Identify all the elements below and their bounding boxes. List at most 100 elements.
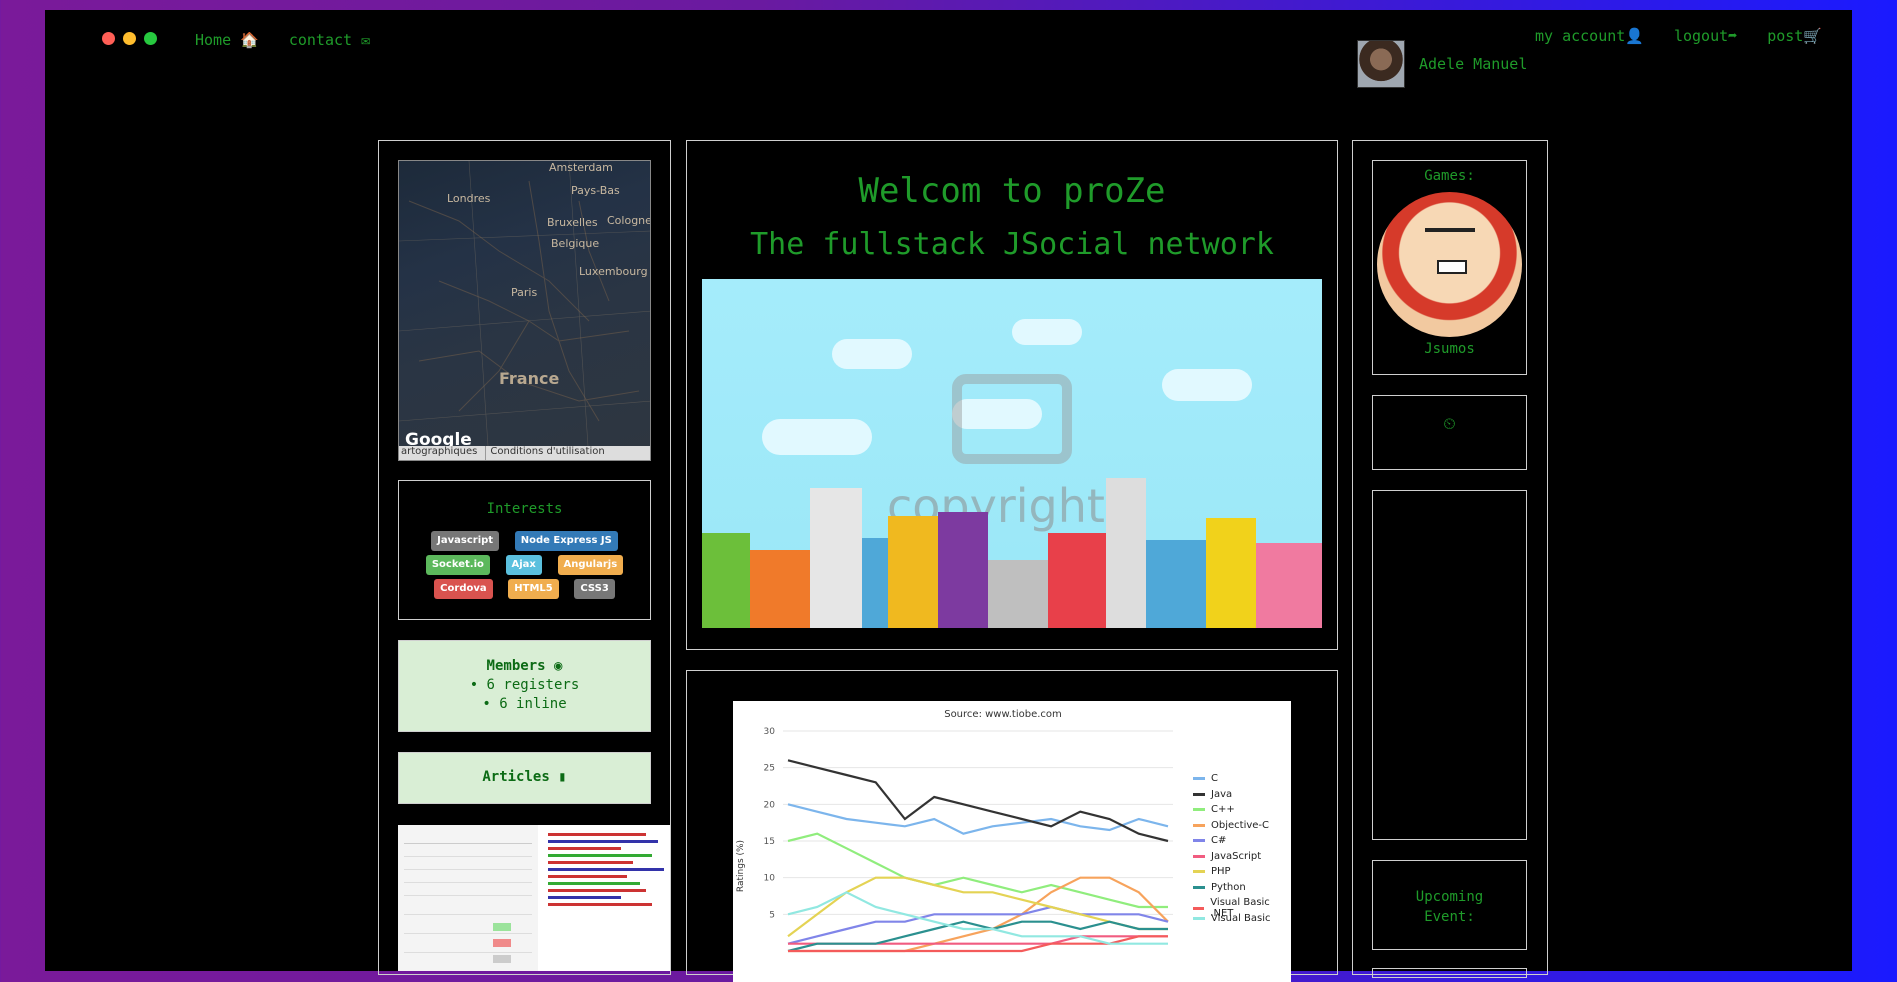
map-label-amsterdam: Amsterdam (549, 161, 613, 174)
article-thumbnail[interactable] (398, 825, 670, 971)
map-label-paris: Paris (511, 286, 538, 299)
members-registers: • 6 registers (469, 677, 580, 693)
legend-item[interactable]: C# (1193, 835, 1226, 846)
legend-swatch (1193, 823, 1205, 827)
map-terms-link[interactable]: Conditions d'utilisation (485, 446, 605, 460)
left-nav: Home 🏠 contact ✉ (195, 31, 370, 49)
right-nav: my account👤 logout➦ post🛒 (1535, 27, 1822, 45)
members-panel[interactable]: Members ◉ • 6 registers • 6 inline (398, 640, 651, 732)
legend-label: Visual Basic (1211, 912, 1271, 924)
articles-title: Articles ▮ (399, 769, 650, 785)
languages-chart: Source: www.tiobe.com Ratings (%) 5 10 15 2… (733, 701, 1291, 982)
members-label: Members (486, 658, 546, 674)
legend-item[interactable]: Visual Basic (1193, 913, 1271, 924)
legend-label: C# (1211, 835, 1227, 846)
map-label-pays-bas: Pays-Bas (571, 184, 620, 197)
legend-label: PHP (1211, 866, 1231, 877)
welcome-title: Welcom to proZe (858, 171, 1166, 211)
contact-link[interactable]: contact ✉ (289, 31, 370, 49)
legend-label: Objective-C (1211, 819, 1270, 831)
hero-image: copyright (702, 279, 1322, 628)
legend-swatch (1193, 906, 1205, 910)
clock-icon: ⏲ (1443, 414, 1456, 433)
tag-javascript[interactable]: Javascript (431, 531, 500, 551)
legend-swatch (1193, 870, 1205, 873)
chart-series-php (787, 876, 1168, 938)
tag-cordova[interactable]: Cordova (434, 579, 493, 599)
camera-icon (952, 374, 1072, 464)
map-widget[interactable]: Amsterdam Londres Pays-Bas Bruxelles Bel… (398, 160, 651, 461)
chart-y-tick-label: 15 (764, 837, 775, 847)
sumo-face (1425, 228, 1475, 246)
members-title: Members ◉ (399, 658, 650, 674)
chart-y-tick-label: 30 (764, 727, 776, 737)
map-data-link[interactable]: artographiques (401, 446, 477, 460)
game-name[interactable]: Jsumos (1373, 341, 1526, 357)
map-label-londres: Londres (447, 192, 491, 205)
legend-label: JavaScript (1211, 850, 1262, 862)
user-name: Adele Manuel (1419, 55, 1528, 73)
maximize-dot[interactable] (144, 32, 157, 45)
tag-css3[interactable]: CSS3 (574, 579, 615, 599)
games-panel: Games: Jsumos (1372, 160, 1527, 375)
legend-swatch (1193, 854, 1205, 858)
legend-swatch (1193, 839, 1205, 842)
tag-socketio[interactable]: Socket.io (425, 555, 490, 575)
map-roads (399, 161, 650, 460)
legend-item[interactable]: JavaScript (1193, 851, 1261, 862)
user-profile[interactable]: Adele Manuel (1357, 40, 1527, 88)
welcome-subtitle: The fullstack JSocial network (750, 227, 1274, 262)
legend-swatch (1193, 885, 1205, 889)
articles-panel[interactable]: Articles ▮ (398, 752, 651, 804)
file-icon: ▮ (558, 769, 567, 785)
tag-node-express[interactable]: Node Express JS (514, 531, 618, 551)
chart-y-tick-label: 20 (764, 800, 776, 810)
game-sumo-image[interactable] (1377, 192, 1522, 337)
chart-y-tick-label: 10 (764, 874, 776, 884)
empty-panel (1372, 490, 1527, 840)
legend-swatch (1193, 792, 1205, 796)
interests-title: Interests (486, 501, 563, 517)
legend-item[interactable]: PHP (1193, 866, 1231, 877)
legend-swatch (1193, 808, 1205, 811)
legend-swatch (1193, 777, 1205, 780)
post-link[interactable]: post🛒 (1767, 27, 1822, 45)
legend-item[interactable]: Objective-C (1193, 820, 1269, 831)
interests-tags: Javascript Node Express JS Socket.io Aja… (399, 529, 650, 601)
legend-label: Java (1211, 788, 1233, 800)
map-label-bruxelles: Bruxelles (547, 216, 598, 229)
tag-html5[interactable]: HTML5 (508, 579, 559, 599)
legend-item[interactable]: C (1193, 773, 1218, 784)
tag-angularjs[interactable]: Angularjs (557, 555, 624, 575)
events-title: Upcoming Event: (1415, 889, 1484, 925)
home-link[interactable]: Home 🏠 (195, 31, 259, 49)
legend-label: Python (1211, 881, 1246, 893)
legend-item[interactable]: C++ (1193, 804, 1235, 815)
map-label-cologne: Cologne (607, 214, 651, 227)
next-panel-top (1372, 968, 1527, 978)
globe-icon: ◉ (554, 658, 563, 674)
legend-item[interactable]: Java (1193, 789, 1232, 800)
articles-label: Articles (482, 769, 550, 785)
clock-panel: ⏲ (1372, 395, 1527, 470)
thumbnail-code (548, 829, 670, 910)
members-inline: • 6 inline (482, 696, 567, 712)
chart-series-c- (787, 832, 1168, 909)
map-footer: artographiques Conditions d'utilisation (399, 446, 650, 460)
legend-label: C++ (1211, 804, 1235, 815)
chart-y-tick-label: 25 (764, 764, 775, 774)
minimize-dot[interactable] (123, 32, 136, 45)
avatar[interactable] (1357, 40, 1405, 88)
games-title: Games: (1424, 168, 1475, 184)
thumbnail-left-table (398, 825, 538, 971)
legend-item[interactable]: Python (1193, 882, 1246, 893)
events-panel: Upcoming Event: (1372, 860, 1527, 950)
map-label-belgique: Belgique (551, 237, 600, 250)
sumo-mouth (1437, 260, 1467, 274)
tag-ajax[interactable]: Ajax (505, 555, 542, 575)
chart-y-tick-label: 5 (769, 910, 775, 920)
logout-link[interactable]: logout➦ (1674, 27, 1737, 45)
my-account-link[interactable]: my account👤 (1535, 27, 1644, 45)
close-dot[interactable] (102, 32, 115, 45)
window-controls (102, 32, 157, 45)
